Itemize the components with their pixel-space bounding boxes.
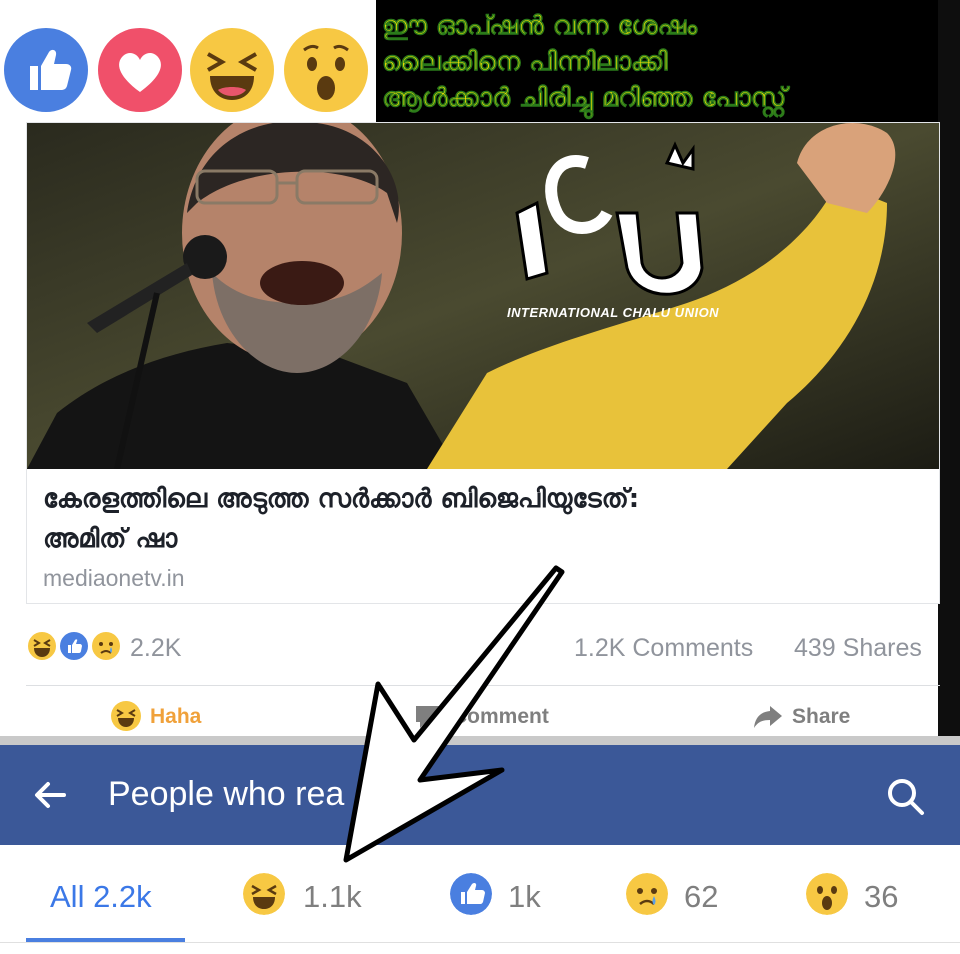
like-icon bbox=[58, 630, 90, 662]
caption-line: ഈ ഓപ്ഷൻ വന്ന ശേഷം bbox=[382, 11, 698, 42]
caption-line: ആൾക്കാർ ചിരിച്ചു മറിഞ്ഞ പോസ്റ്റ് bbox=[382, 83, 787, 114]
sad-icon bbox=[90, 630, 122, 662]
share-label: Share bbox=[792, 705, 851, 728]
article-domain: mediaonetv.in bbox=[43, 565, 185, 591]
shares-count[interactable]: 439 Shares bbox=[794, 634, 922, 663]
tab-count: 1k bbox=[508, 879, 541, 914]
sad-icon bbox=[626, 873, 668, 915]
tab-count: 62 bbox=[684, 879, 719, 914]
reactions-summary[interactable]: 2.2K 1.2K Comments 439 Shares bbox=[26, 626, 940, 672]
share-button[interactable]: Share bbox=[752, 700, 850, 734]
search-icon[interactable] bbox=[884, 775, 928, 819]
page-title: People who rea bbox=[108, 775, 345, 813]
comment-button[interactable]: Comment bbox=[412, 700, 549, 734]
meme-caption-box: ഈ ഓപ്ഷൻ വന്ന ശേഷം ലൈക്കിനെ പിന്നിലാക്കി … bbox=[376, 0, 938, 122]
tab-label: All 2.2k bbox=[50, 879, 152, 914]
tab-count: 1.1k bbox=[303, 879, 362, 914]
haha-icon bbox=[111, 701, 141, 731]
reaction-count: 2.2K bbox=[130, 634, 182, 662]
watermark-subtitle: INTERNATIONAL CHALU UNION bbox=[507, 305, 720, 320]
comment-label: Comment bbox=[452, 705, 549, 728]
reaction-strip bbox=[0, 0, 376, 122]
haha-icon bbox=[26, 630, 58, 662]
back-arrow-icon[interactable] bbox=[30, 775, 70, 815]
share-icon bbox=[754, 706, 782, 728]
like-icon bbox=[450, 873, 492, 915]
right-edge-bar bbox=[938, 0, 960, 740]
link-preview-card[interactable]: INTERNATIONAL CHALU UNION കേരളത്തിലെ അടു… bbox=[26, 122, 940, 604]
divider bbox=[0, 942, 960, 943]
divider bbox=[26, 685, 940, 686]
headline-line: അമിത് ഷാ bbox=[43, 524, 178, 554]
caption-line: ലൈക്കിനെ പിന്നിലാക്കി bbox=[382, 47, 668, 78]
tab-count: 36 bbox=[864, 879, 899, 914]
wow-icon bbox=[284, 28, 368, 112]
screenshot-separator bbox=[0, 736, 960, 745]
like-icon bbox=[4, 28, 88, 112]
haha-label: Haha bbox=[150, 705, 202, 728]
haha-reaction-button[interactable]: Haha bbox=[110, 700, 201, 734]
article-headline[interactable]: കേരളത്തിലെ അടുത്ത സർക്കാർ ബിജെപിയുടേത്: … bbox=[43, 479, 923, 559]
headline-line: കേരളത്തിലെ അടുത്ത സർക്കാർ ബിജെപിയുടേത്: bbox=[43, 484, 640, 514]
comments-count[interactable]: 1.2K Comments bbox=[574, 634, 753, 663]
article-photo[interactable]: INTERNATIONAL CHALU UNION bbox=[27, 123, 939, 469]
people-who-reacted-header: People who rea bbox=[0, 745, 960, 845]
haha-icon bbox=[190, 28, 274, 112]
comment-icon bbox=[416, 706, 440, 728]
love-icon bbox=[98, 28, 182, 112]
wow-icon bbox=[806, 873, 848, 915]
haha-icon bbox=[243, 873, 285, 915]
